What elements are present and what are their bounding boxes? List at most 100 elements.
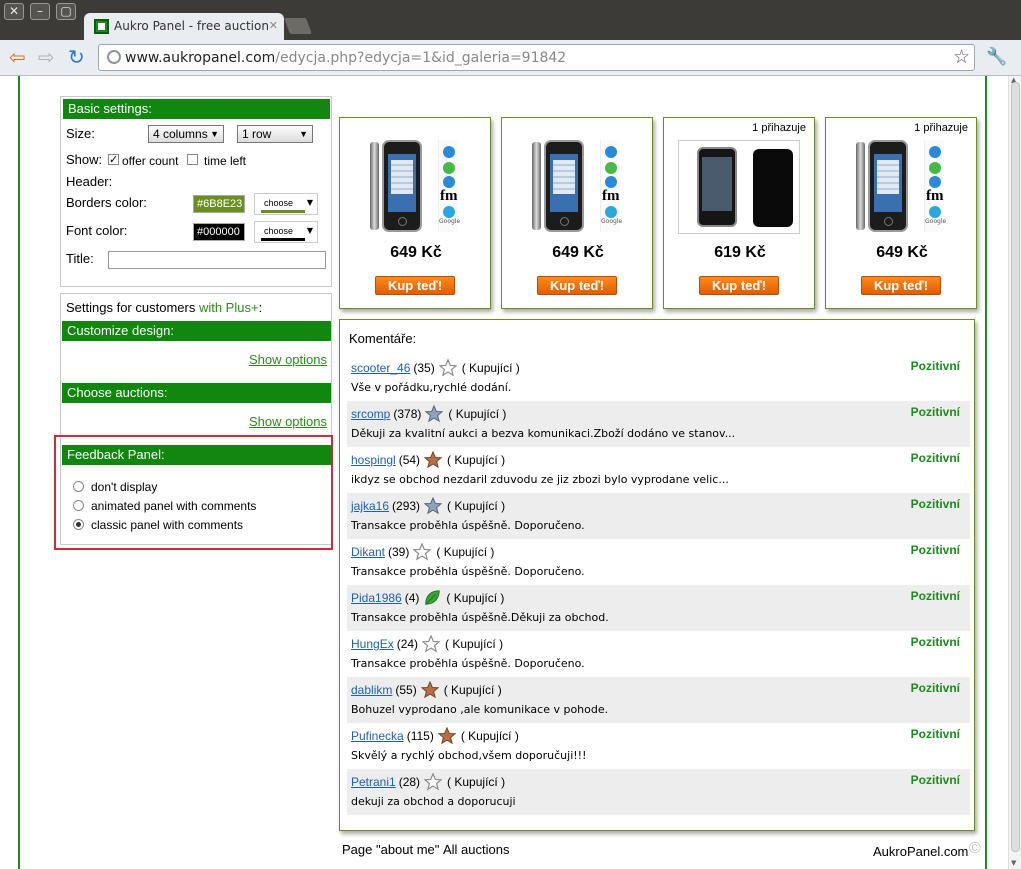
comments-title: Komentáře: xyxy=(349,331,417,346)
rows-select[interactable]: 1 row ▼ xyxy=(237,125,313,143)
comment-user-link[interactable]: jajka16 xyxy=(351,499,389,513)
scroll-down-icon[interactable]: ▼ xyxy=(1011,859,1016,867)
browser-tab[interactable]: Aukro Panel - free auction ✕ xyxy=(84,13,284,40)
comment-user-link[interactable]: srcomp xyxy=(351,407,390,421)
plus-link[interactable]: with Plus+ xyxy=(199,300,259,315)
comment-header: Dikant (39) ( Kupující ) xyxy=(351,542,495,561)
borders-color-field[interactable]: #6B8E23 xyxy=(193,195,245,213)
chevron-down-icon: ▼ xyxy=(210,129,219,139)
window-maximize-button[interactable]: ▢ xyxy=(56,3,76,20)
comment-header: HungEx (24) ( Kupující ) xyxy=(351,634,504,653)
comment-header: srcomp (378) ( Kupující ) xyxy=(351,404,506,423)
comment-row: Pufinecka (115) ( Kupující ) Pozitivní Skvěl… xyxy=(347,723,970,769)
comment-role: ( Kupující ) xyxy=(447,775,506,789)
buy-now-button[interactable]: Kup teď! xyxy=(375,276,455,295)
back-arrow-icon[interactable]: ⇦ xyxy=(9,46,26,68)
customize-design-header: Customize design: xyxy=(62,321,331,341)
comment-user-link[interactable]: dablikm xyxy=(351,683,392,697)
product-card[interactable]: fm Google 649 Kč Kup teď! xyxy=(339,117,491,309)
comment-header: scooter_46 (35) ( Kupující ) xyxy=(351,358,520,377)
buy-now-button[interactable]: Kup teď! xyxy=(537,276,617,295)
reload-icon[interactable]: ↻ xyxy=(68,46,85,68)
comment-text: Vše v pořádku,rychlé dodání. xyxy=(351,381,512,394)
brand-link[interactable]: AukroPanel.com xyxy=(873,844,968,859)
comment-rating: Pozitivní xyxy=(910,359,960,373)
time-left-label: time left xyxy=(204,154,247,168)
window-minimize-button[interactable]: – xyxy=(30,3,50,20)
comment-role: ( Kupující ) xyxy=(436,545,495,559)
comment-user-link[interactable]: Dikant xyxy=(351,545,385,559)
comment-text: Bohuzel vyprodano ,ale komunikace v poho… xyxy=(351,703,609,716)
phone-side-image xyxy=(532,142,541,230)
comment-user-link[interactable]: Petrani1 xyxy=(351,775,396,789)
comment-text: Skvělý a rychlý obchod,všem doporučuji!!… xyxy=(351,749,587,762)
address-bar[interactable]: www.aukropanel.com/edycja.php?edycja=1&i… xyxy=(98,44,975,71)
url-host: www.aukropanel.com xyxy=(125,50,276,66)
columns-select[interactable]: 4 columns ▼ xyxy=(148,125,224,143)
color-swatch xyxy=(261,238,305,241)
tab-close-icon[interactable]: ✕ xyxy=(269,19,278,32)
star-brown-icon xyxy=(420,680,440,699)
about-me-link[interactable]: Page "about me" xyxy=(342,842,439,857)
comment-rating: Pozitivní xyxy=(910,543,960,557)
phone-photo-image xyxy=(678,140,800,234)
time-left-checkbox[interactable] xyxy=(187,154,198,165)
scrollbar[interactable]: ▲ ▼ xyxy=(1008,76,1021,869)
comment-user-link[interactable]: hospingl xyxy=(351,453,396,467)
comment-user-score: (54) xyxy=(398,453,421,467)
star-outline-icon xyxy=(421,634,441,653)
columns-value: 4 columns xyxy=(153,127,208,141)
comment-rating: Pozitivní xyxy=(910,589,960,603)
feedback-panel-highlight xyxy=(54,435,333,550)
comment-user-score: (28) xyxy=(398,775,421,789)
comment-text: Transakce proběhla úspěšně. Doporučeno. xyxy=(351,657,585,670)
url-text: www.aukropanel.com/edycja.php?edycja=1&i… xyxy=(125,50,566,66)
rows-value: 1 row xyxy=(242,127,272,141)
bookmark-star-icon[interactable]: ☆ xyxy=(953,46,970,68)
tab-title: Aukro Panel - free auction xyxy=(114,19,269,33)
new-tab-button[interactable] xyxy=(284,18,312,34)
buy-now-button[interactable]: Kup teď! xyxy=(861,276,941,295)
product-price: 649 Kč xyxy=(876,244,928,261)
star-brown-icon xyxy=(423,450,443,469)
font-color-field[interactable]: #000000 xyxy=(193,223,245,241)
offer-count-checkbox[interactable]: ✓ xyxy=(108,154,119,165)
comment-user-link[interactable]: Pufinecka xyxy=(351,729,404,743)
show-label: Show: xyxy=(66,152,103,167)
comment-user-score: (115) xyxy=(406,729,434,743)
page-border-left xyxy=(18,76,20,869)
comment-role: ( Kupující ) xyxy=(447,499,506,513)
forward-arrow-icon[interactable]: ⇨ xyxy=(38,46,55,68)
comment-role: ( Kupující ) xyxy=(445,637,504,651)
font-color-label: Font color: xyxy=(66,223,128,238)
plus-settings-intro: Settings for customers with Plus+: xyxy=(66,300,262,315)
star-blue-icon xyxy=(424,404,444,423)
comment-row: srcomp (378) ( Kupující ) Pozitivní Děkuji z… xyxy=(347,401,970,447)
auctions-show-options-link[interactable]: Show options xyxy=(249,414,327,429)
comment-row: Pida1986 (4) ( Kupující ) Pozitivní Transakc… xyxy=(347,585,970,631)
product-card[interactable]: fm Google 649 Kč Kup teď! xyxy=(501,117,653,309)
all-auctions-link[interactable]: All auctions xyxy=(443,842,509,857)
phone-side-image xyxy=(370,142,379,230)
comment-header: Petrani1 (28) ( Kupující ) xyxy=(351,772,506,791)
comment-user-link[interactable]: scooter_46 xyxy=(351,361,410,375)
buy-now-button[interactable]: Kup teď! xyxy=(699,276,779,295)
comment-role: ( Kupující ) xyxy=(446,591,505,605)
title-input[interactable] xyxy=(108,251,326,269)
comment-user-link[interactable]: Pida1986 xyxy=(351,591,402,605)
customize-show-options-link[interactable]: Show options xyxy=(249,352,327,367)
comment-role: ( Kupující ) xyxy=(461,361,520,375)
scroll-thumb[interactable] xyxy=(1011,82,1020,852)
page-info-icon[interactable] xyxy=(107,50,121,64)
window-close-button[interactable]: ✕ xyxy=(4,3,24,20)
comment-header: Pufinecka (115) ( Kupující ) xyxy=(351,726,519,745)
product-card[interactable]: 1 přihazuje fm Google 649 Kč Kup teď! xyxy=(825,117,977,309)
borders-color-picker[interactable]: choose ▼ xyxy=(254,193,318,215)
product-card[interactable]: 1 přihazuje 619 Kč Kup teď! xyxy=(663,117,815,309)
comment-user-score: (24) xyxy=(396,637,419,651)
font-color-picker[interactable]: choose ▼ xyxy=(254,221,318,243)
wrench-menu-icon[interactable]: 🔧 xyxy=(986,47,1007,67)
comment-user-score: (39) xyxy=(388,545,410,559)
choose-auctions-header: Choose auctions: xyxy=(62,383,331,403)
comment-user-link[interactable]: HungEx xyxy=(351,637,394,651)
